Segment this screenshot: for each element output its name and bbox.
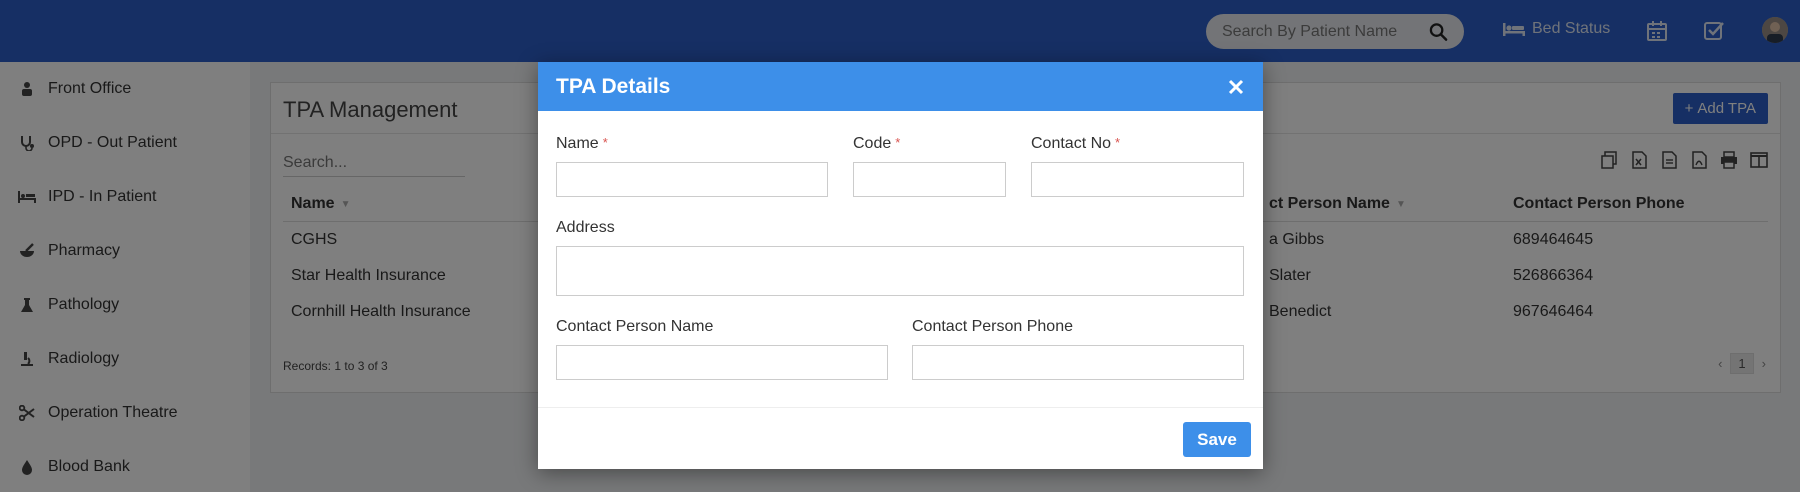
contact-no-field[interactable] [1031, 162, 1244, 197]
contact-person-phone-label: Contact Person Phone [912, 318, 1073, 335]
tpa-details-modal: TPA Details Name * Code * Contact No * A… [538, 62, 1263, 469]
save-button[interactable]: Save [1183, 422, 1251, 457]
contact-no-label: Contact No * [1031, 135, 1121, 152]
code-field[interactable] [853, 162, 1006, 197]
required-mark: * [1115, 135, 1121, 150]
name-field[interactable] [556, 162, 828, 197]
address-field[interactable] [556, 246, 1244, 296]
required-mark: * [602, 135, 608, 150]
contact-person-phone-field[interactable] [912, 345, 1244, 380]
contact-person-name-field[interactable] [556, 345, 888, 380]
close-icon[interactable] [1227, 78, 1245, 96]
modal-footer-divider [538, 407, 1263, 408]
contact-person-name-label: Contact Person Name [556, 318, 714, 335]
modal-title: TPA Details [556, 74, 671, 98]
code-label: Code * [853, 135, 901, 152]
required-mark: * [895, 135, 901, 150]
modal-header: TPA Details [538, 62, 1263, 111]
name-label: Name * [556, 135, 608, 152]
address-label: Address [556, 219, 615, 236]
